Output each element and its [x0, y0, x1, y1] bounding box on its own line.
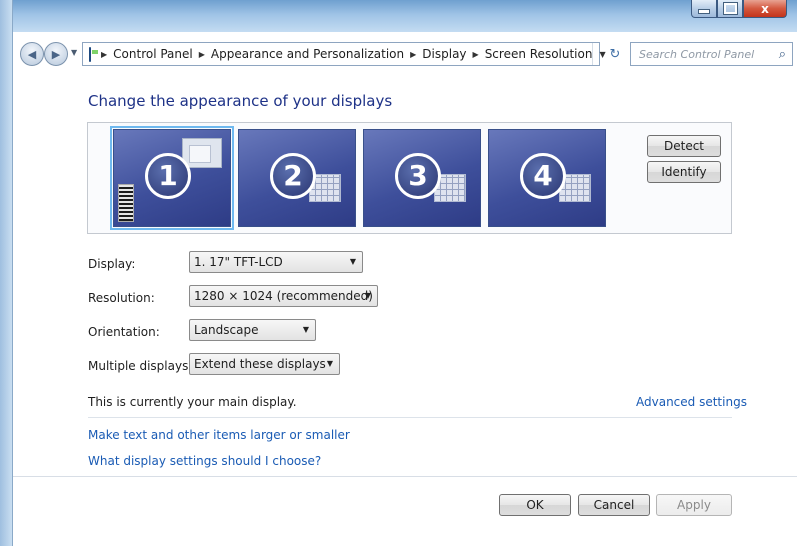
address-bar[interactable]: ▶ Control Panel ▶ Appearance and Persona… [82, 42, 606, 66]
minimize-button[interactable] [691, 0, 717, 18]
search-placeholder: Search Control Panel [639, 47, 755, 61]
resolution-select[interactable]: 1280 × 1024 (recommended) ▼ [189, 285, 378, 307]
monitor-number: 1 [145, 153, 191, 199]
search-input[interactable]: Search Control Panel ⌕ [630, 42, 793, 66]
back-button[interactable]: ◀ [20, 42, 44, 66]
content-area: Change the appearance of your displays 1… [13, 76, 797, 546]
monitor-number: 3 [395, 153, 441, 199]
chevron-down-icon: ▼ [364, 291, 371, 300]
display-label: Display: [88, 257, 136, 271]
caption-buttons: x [691, 0, 787, 18]
footer-divider [13, 476, 797, 477]
chevron-down-icon: ▼ [349, 257, 356, 266]
page-title: Change the appearance of your displays [88, 92, 393, 110]
breadcrumb-chevron-icon[interactable]: ▶ [473, 50, 479, 59]
taskbar-thumbnail-icon [118, 184, 134, 222]
display-select[interactable]: 1. 17" TFT-LCD ▼ [189, 251, 363, 273]
refresh-icon: ↻ [609, 46, 621, 62]
breadcrumb-appearance[interactable]: Appearance and Personalization [211, 47, 404, 61]
breadcrumb-screen-resolution[interactable]: Screen Resolution [485, 47, 593, 61]
breadcrumb: ▶ Control Panel ▶ Appearance and Persona… [95, 47, 592, 61]
breadcrumb-chevron-icon[interactable]: ▶ [410, 50, 416, 59]
maximize-button[interactable] [717, 0, 743, 18]
monitor-3[interactable]: 3 [363, 129, 481, 227]
orientation-select-value: Landscape [194, 323, 259, 337]
monitor-2[interactable]: 2 [238, 129, 356, 227]
detect-button[interactable]: Detect [647, 135, 721, 157]
chevron-down-icon: ▼ [326, 359, 333, 368]
monitor-4[interactable]: 4 [488, 129, 606, 227]
orientation-select[interactable]: Landscape ▼ [189, 319, 316, 341]
control-panel-icon [89, 46, 98, 62]
chevron-down-icon: ▼ [302, 325, 309, 334]
monitor-number: 4 [520, 153, 566, 199]
minimize-icon [698, 9, 710, 14]
forward-arrow-icon: ▶ [51, 47, 61, 61]
display-select-value: 1. 17" TFT-LCD [194, 255, 283, 269]
cancel-button[interactable]: Cancel [578, 494, 650, 516]
advanced-settings-link[interactable]: Advanced settings [636, 395, 747, 409]
forward-button[interactable]: ▶ [44, 42, 68, 66]
search-icon[interactable]: ⌕ [779, 47, 786, 62]
multiple-displays-label: Multiple displays: [88, 359, 193, 373]
monitor-arrangement-panel: 1 2 3 4 Detect Identify [87, 122, 732, 234]
monitor-1[interactable]: 1 [110, 126, 234, 230]
back-arrow-icon: ◀ [27, 47, 37, 61]
recent-pages-dropdown-icon[interactable]: ▼ [71, 48, 77, 57]
multiple-displays-select-value: Extend these displays [194, 357, 326, 371]
multiple-displays-select[interactable]: Extend these displays ▼ [189, 353, 340, 375]
window-thumbnail-icon [182, 138, 222, 168]
resolution-label: Resolution: [88, 291, 155, 305]
orientation-label: Orientation: [88, 325, 160, 339]
window-left-border [0, 0, 13, 546]
close-icon: x [761, 1, 769, 16]
resolution-select-value: 1280 × 1024 (recommended) [194, 289, 373, 303]
main-display-note: This is currently your main display. [88, 395, 297, 409]
divider [88, 417, 732, 418]
close-button[interactable]: x [743, 0, 787, 18]
breadcrumb-chevron-icon[interactable]: ▶ [101, 50, 107, 59]
identify-button[interactable]: Identify [647, 161, 721, 183]
display-settings-help-link[interactable]: What display settings should I choose? [88, 454, 321, 468]
breadcrumb-display[interactable]: Display [422, 47, 466, 61]
breadcrumb-chevron-icon[interactable]: ▶ [199, 50, 205, 59]
refresh-button[interactable]: ↻ [604, 42, 626, 66]
text-size-link[interactable]: Make text and other items larger or smal… [88, 428, 350, 442]
monitor-number: 2 [270, 153, 316, 199]
ok-button[interactable]: OK [499, 494, 571, 516]
maximize-icon [722, 2, 738, 15]
apply-button[interactable]: Apply [656, 494, 732, 516]
window-title-bar [0, 0, 797, 32]
breadcrumb-control-panel[interactable]: Control Panel [113, 47, 193, 61]
navigation-bar: ◀ ▶ ▼ ▶ Control Panel ▶ Appearance and P… [14, 38, 797, 70]
